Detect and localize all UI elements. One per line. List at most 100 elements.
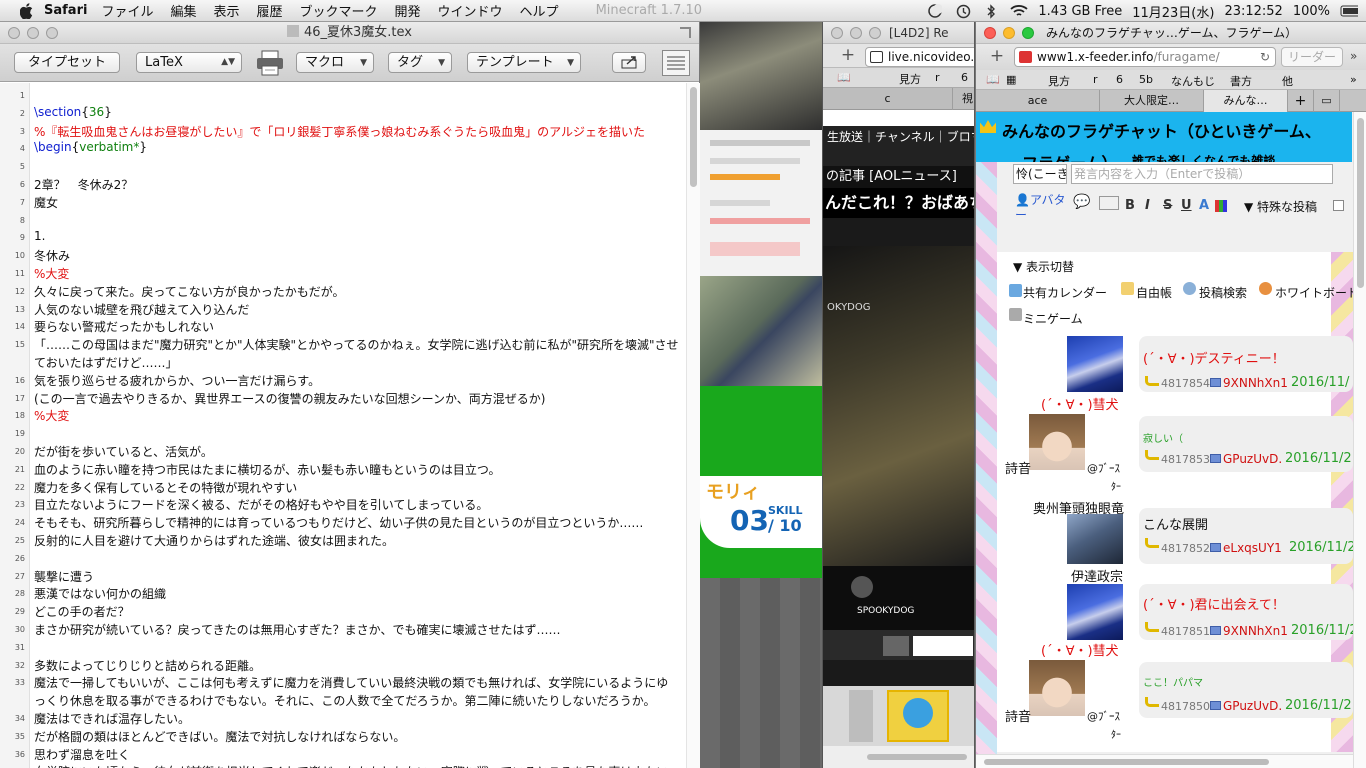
display-toggle[interactable]: ▼ 表示切替 (1013, 258, 1074, 275)
bold-icon[interactable]: B (1125, 198, 1135, 213)
typeset-button[interactable]: タイプセット (14, 52, 120, 73)
reading-list-icon[interactable]: 📖 (986, 73, 1000, 86)
scrollbar-thumb[interactable] (984, 759, 1269, 765)
code-line[interactable]: 魔法で一掃してもいいが、ここは何も考えずに魔力を消費していい最終決戦の類でも無け… (34, 674, 668, 691)
fullscreen-icon[interactable] (680, 27, 691, 38)
avatar[interactable] (1029, 414, 1085, 470)
code-line[interactable]: っくり休息を取る事ができるわけでもない。それに、この人数で全てだろうか。第二陣に… (34, 692, 656, 709)
bookmark-item[interactable]: 6 (961, 71, 968, 84)
chat-horizontal-scrollbar[interactable] (976, 754, 1353, 768)
comment-icon[interactable]: 💬 (1073, 194, 1090, 210)
bookmark-item[interactable]: 6 (1116, 73, 1123, 86)
code-line[interactable]: 要らない警戒だったかもしれない (34, 318, 214, 335)
message-id[interactable]: eLxqsUY1 (1223, 541, 1282, 555)
editor-scrollbar[interactable] (686, 83, 700, 768)
bookmark-item[interactable]: 書方 (1230, 73, 1252, 89)
username[interactable]: 詩音 (1005, 458, 1031, 477)
apple-menu-icon[interactable] (18, 2, 36, 20)
code-line[interactable]: 血のように赤い瞳を持つ市民はたまに横切るが、赤い髪も赤い瞳もというのは目立つ。 (34, 461, 500, 478)
avatar[interactable] (1067, 336, 1123, 392)
code-line[interactable]: 多数によってじりじりと詰められる距離。 (34, 657, 261, 674)
menu-develop[interactable]: 開発 (395, 1, 421, 20)
date-display[interactable]: 11月23日(水) (1132, 2, 1214, 21)
bookmark-item[interactable]: r (935, 71, 940, 84)
name-field[interactable]: 怜(こーき (1013, 164, 1067, 184)
code-line[interactable]: 魔法はできれば温存したい。 (34, 710, 190, 727)
tab-minna[interactable]: みんな… (1204, 90, 1288, 112)
wifi-icon[interactable] (1010, 3, 1029, 19)
message-input[interactable]: 発言内容を入力（Enterで投稿） (1071, 164, 1333, 184)
close-button[interactable] (831, 27, 843, 39)
code-line[interactable]: 1. (34, 229, 45, 243)
time-machine-icon[interactable] (954, 3, 972, 19)
code-line[interactable]: 久々に戻って来た。戻ってこない方が良かったかもだが。 (34, 283, 345, 300)
code-line[interactable]: そもそも、研究所暮らしで精神的には育っているつもりだけど、幼い子供の見た目という… (34, 514, 643, 531)
scrollbar-thumb[interactable] (1357, 118, 1364, 288)
bookmark-item[interactable]: 他 (1282, 73, 1293, 89)
link-whiteboard[interactable]: ホワイトボード (1275, 284, 1359, 301)
app-menu[interactable]: Safari (44, 3, 87, 18)
chat-titlebar[interactable]: みんなのフラゲチャッ…ゲーム、フラゲーム） (976, 22, 1366, 44)
reload-icon[interactable]: ↻ (1260, 48, 1270, 66)
option-checkbox[interactable] (1333, 200, 1344, 211)
code-line[interactable]: 魔女 (34, 194, 58, 211)
close-button[interactable] (984, 27, 996, 39)
code-line[interactable]: 2章？ 冬休み2？ (34, 176, 133, 193)
channel-thumbnail[interactable] (887, 690, 949, 742)
message-id[interactable]: GPuzUvD. (1223, 452, 1282, 466)
menu-window[interactable]: ウインドウ (438, 1, 503, 20)
carousel-left-arrow-icon[interactable] (849, 690, 873, 742)
nicovideo-titlebar[interactable]: [L4D2] Re (823, 22, 974, 44)
zoom-button[interactable] (1022, 27, 1034, 39)
username[interactable]: 伊達政宗 (1071, 566, 1123, 585)
text-color-icon[interactable] (1099, 196, 1119, 210)
color-palette-icon[interactable] (1215, 200, 1227, 212)
tab-adult[interactable]: 大人限定… (1100, 90, 1204, 112)
code-line[interactable]: 人気のない城壁を飛び越えて入り込んだ (34, 301, 249, 318)
horizontal-scrollbar[interactable] (867, 754, 967, 760)
code-line[interactable]: %大変 (34, 407, 69, 424)
code-line[interactable]: まさか研究が続いている？戻ってきたのは無用心すぎた？まさか、でも確実に壊滅させた… (34, 621, 560, 638)
code-line[interactable]: 襲撃に遭う (34, 568, 94, 585)
bookmark-item[interactable]: なんもじ (1171, 73, 1215, 89)
bookmark-item[interactable]: r (1093, 73, 1098, 86)
bookmark-item[interactable]: 見方 (899, 71, 921, 87)
link-free-notebook[interactable]: 自由帳 (1136, 284, 1172, 301)
reply-icon[interactable] (1145, 697, 1159, 707)
code-line[interactable]: \section{36} (34, 105, 112, 119)
avatar[interactable] (1067, 514, 1123, 564)
nicovideo-window[interactable]: [L4D2] Re + live.nicovideo.j 📖 見方 r 6 c … (822, 22, 974, 768)
new-tab-icon[interactable]: + (1288, 90, 1314, 112)
message-id[interactable]: 9XNNhXn1 (1223, 624, 1288, 638)
link-mini-game[interactable]: ミニゲーム (1023, 310, 1083, 327)
scrollbar-thumb[interactable] (690, 87, 697, 187)
close-button[interactable] (8, 27, 20, 39)
tag-select[interactable]: タグ ▼ (388, 52, 452, 73)
print-icon[interactable] (256, 50, 284, 76)
clock-display[interactable]: 23:12:52 (1224, 4, 1282, 19)
nav-channel[interactable]: チャンネル (875, 130, 935, 144)
code-line[interactable]: %『転生吸血鬼さんはお昼寝がしたい』で「ロリ銀髪丁寧系僕っ娘ねむみ系ぐうたら吸血… (34, 123, 645, 140)
link-post-search[interactable]: 投稿検索 (1199, 284, 1247, 301)
news-headline[interactable]: んだこれ！？おばあち (823, 188, 974, 218)
zoom-button[interactable] (869, 27, 881, 39)
tab-overview-icon[interactable]: ▭ (1314, 90, 1340, 112)
code-line[interactable]: 冬休み (34, 247, 70, 264)
bluetooth-icon[interactable] (982, 3, 1000, 19)
minimize-button[interactable] (27, 27, 39, 39)
editor-text-area[interactable]: 1 2 3 4 5 6 7 8 9 10 11 12 13 14 15 16 17 18 19 20 21 22 23 24 2… (0, 83, 700, 768)
username[interactable]: (´・∀・)彗犬 (1041, 640, 1119, 659)
reply-icon[interactable] (1145, 538, 1159, 548)
reply-icon[interactable] (1145, 450, 1159, 460)
username[interactable]: (´・∀・)彗犬 (1041, 394, 1119, 413)
new-tab-icon[interactable]: + (839, 47, 857, 65)
code-line[interactable]: 反射的に人目を避けて大通りからはずれた途端、彼女は囲まれた。 (34, 532, 394, 549)
sidebar-toggle-icon[interactable] (662, 50, 690, 76)
zoom-button[interactable] (46, 27, 58, 39)
menu-bookmarks[interactable]: ブックマーク (300, 1, 378, 20)
background-video-window[interactable]: モリィ 03 SKILL / 10 (700, 22, 824, 768)
tab-ace[interactable]: ace (976, 90, 1100, 112)
bookmark-item[interactable]: 5b (1139, 73, 1153, 86)
menu-edit[interactable]: 編集 (170, 1, 196, 20)
code-line[interactable]: 「……この母国はまだ"魔力研究"とか"人体実験"とかやってるのかねぇ。女学院に逃… (34, 336, 679, 353)
